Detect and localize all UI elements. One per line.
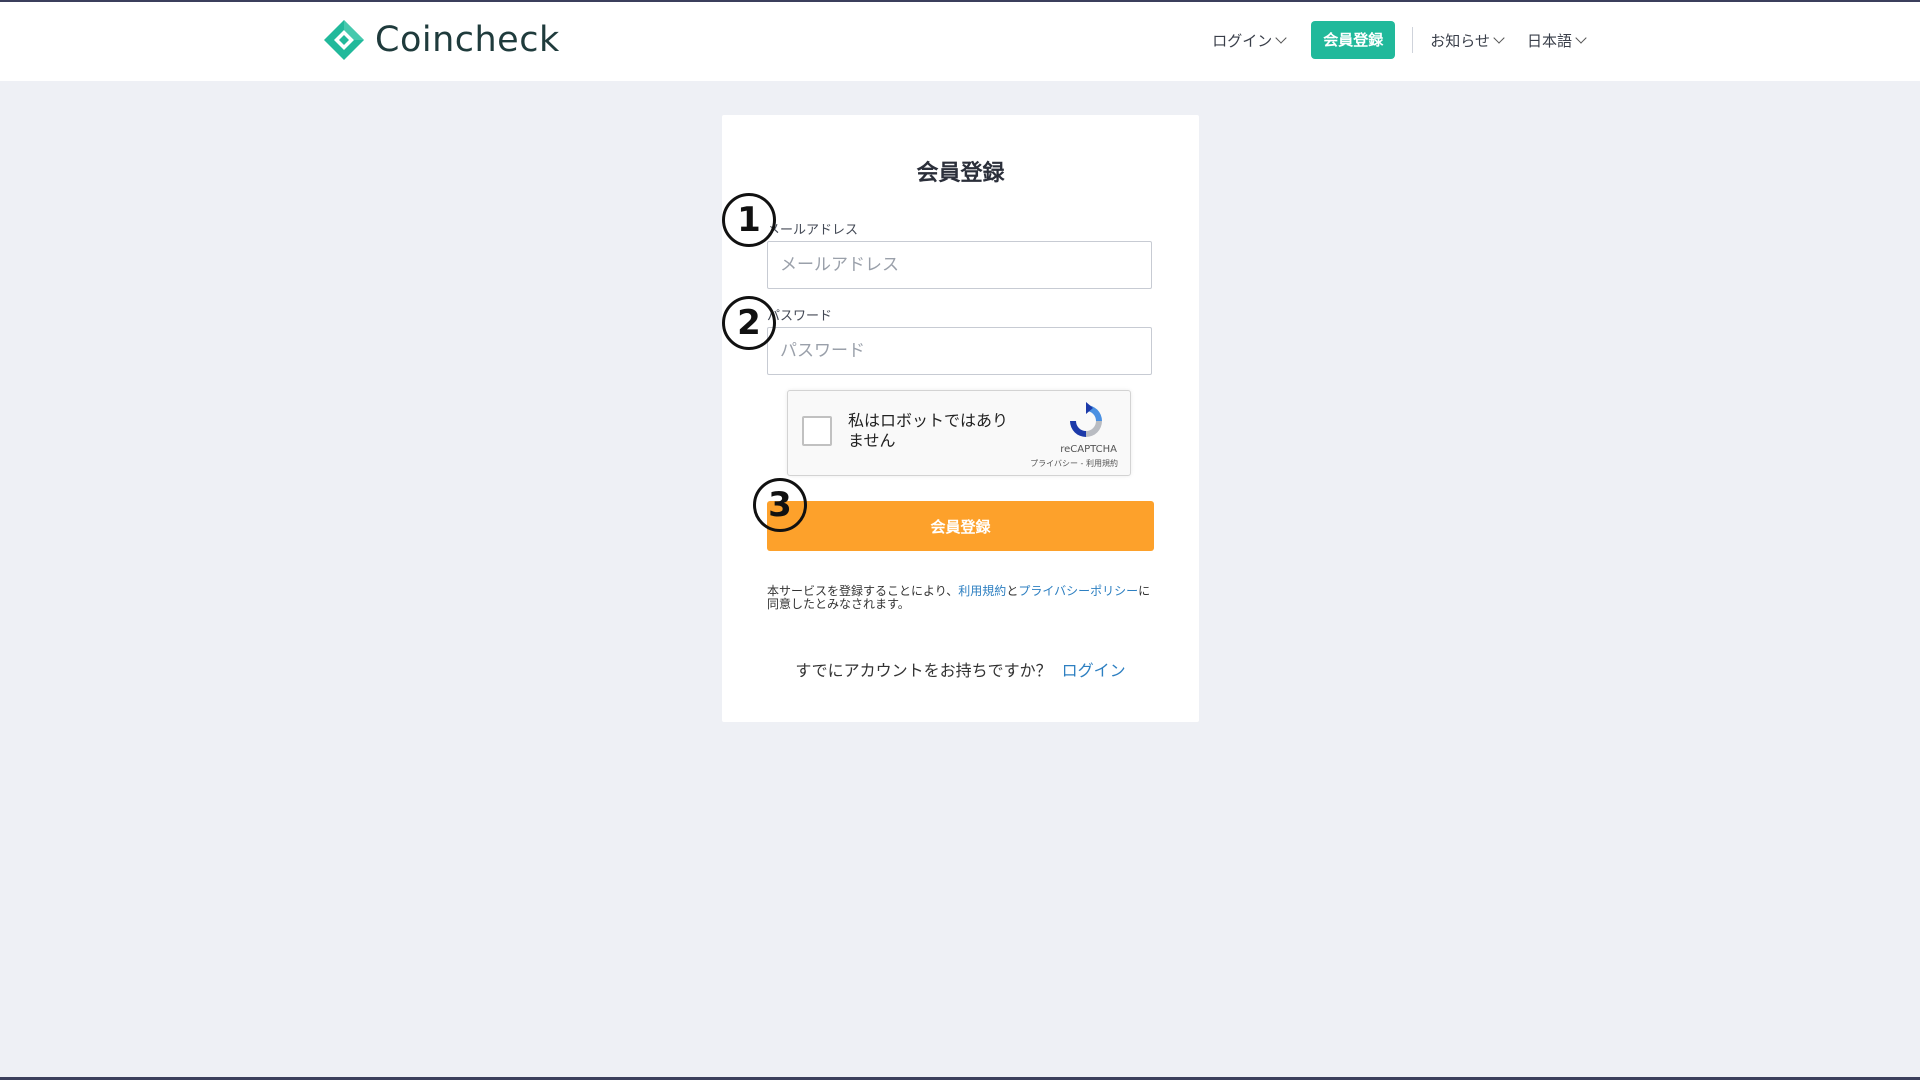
login-prompt: すでにアカウントをお持ちですか？ ログイン [722,657,1199,681]
privacy-policy-link[interactable]: プライバシーポリシー [1018,584,1138,598]
chevron-down-icon [1275,31,1287,44]
nav-login-label: ログイン [1212,31,1273,50]
main-nav: ログイン 会員登録 お知らせ 日本語 [1212,20,1587,60]
nav-divider [1412,27,1414,53]
recaptcha-terms-link[interactable]: 利用規約 [1086,459,1118,468]
nav-login-dropdown[interactable]: ログイン [1212,30,1287,51]
recaptcha-privacy-link[interactable]: プライバシー [1030,459,1078,468]
terms-notice-prefix: 本サービスを登録することにより、 [767,584,959,598]
nav-news-label: お知らせ [1430,31,1490,50]
coincheck-diamond-icon [324,20,364,60]
recaptcha-widget: 私はロボットではありません reCAPTCHA プライバシー - 利用規約 [787,390,1131,476]
signup-card: 会員登録 メールアドレス パスワード 私はロボットではありません reCAPTC… [722,115,1199,722]
chevron-down-icon [1493,31,1505,44]
nav-language-label: 日本語 [1526,31,1572,50]
terms-notice-connector: と [1006,584,1019,598]
nav-language-dropdown[interactable]: 日本語 [1526,30,1587,51]
nav-news-dropdown[interactable]: お知らせ [1430,30,1505,51]
signup-submit-button[interactable]: 会員登録 [767,501,1154,551]
login-prompt-question: すでにアカウントをお持ちですか？ [795,661,1052,680]
email-label: メールアドレス [767,223,859,238]
recaptcha-label: 私はロボットではありません [848,411,1009,450]
recaptcha-checkbox[interactable] [802,416,832,446]
brand-name: Coincheck [375,20,560,60]
recaptcha-links: プライバシー - 利用規約 [1030,458,1118,469]
password-field[interactable] [767,327,1152,375]
page-title: 会員登録 [916,161,1005,186]
site-header: Coincheck ログイン 会員登録 お知らせ 日本語 [0,2,1920,81]
login-link[interactable]: ログイン [1062,661,1126,680]
annotation-marker-3: 3 [753,478,807,532]
coincheck-logo[interactable]: Coincheck [323,18,560,62]
recaptcha-logo-icon [1070,402,1102,437]
annotation-marker-2: 2 [722,296,776,350]
annotation-marker-1: 1 [722,193,776,247]
terms-of-service-link[interactable]: 利用規約 [958,584,1006,598]
terms-notice: 本サービスを登録することにより、利用規約とプライバシーポリシーに同意したとみなさ… [767,585,1157,611]
recaptcha-separator: - [1078,459,1086,468]
email-field[interactable] [767,241,1152,289]
nav-signup-button[interactable]: 会員登録 [1311,21,1396,59]
chevron-down-icon [1575,31,1587,44]
recaptcha-brand: reCAPTCHA [1060,444,1117,455]
password-label: パスワード [767,309,833,324]
